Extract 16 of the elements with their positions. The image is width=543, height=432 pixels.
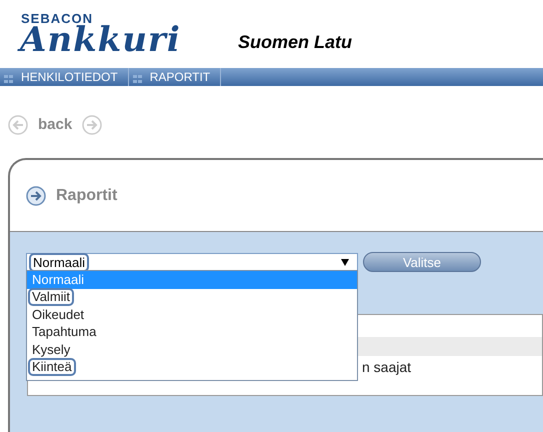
back-icon[interactable] xyxy=(8,115,28,135)
dropdown-option[interactable]: Oikeudet xyxy=(27,306,357,324)
nav-tab[interactable]: HENKILOTIEDOT xyxy=(0,68,129,86)
dropdown-option[interactable]: Tapahtuma xyxy=(27,324,357,341)
nav-tab[interactable]: RAPORTIT xyxy=(128,68,222,86)
panel-title: Raportit xyxy=(56,186,118,206)
report-type-select[interactable]: Normaali xyxy=(26,252,358,272)
organization-name: Suomen Latu xyxy=(238,30,352,54)
grid-icon xyxy=(132,75,142,83)
dropdown-option[interactable]: Kysely xyxy=(27,341,357,358)
select-value: Normaali xyxy=(31,254,88,270)
grid-icon xyxy=(4,75,13,83)
dropdown-option[interactable]: Valmiit xyxy=(27,288,357,306)
row-text: n saajat xyxy=(362,358,412,377)
dropdown-option[interactable]: Kiinteä xyxy=(27,358,357,376)
forward-icon[interactable] xyxy=(82,115,102,135)
